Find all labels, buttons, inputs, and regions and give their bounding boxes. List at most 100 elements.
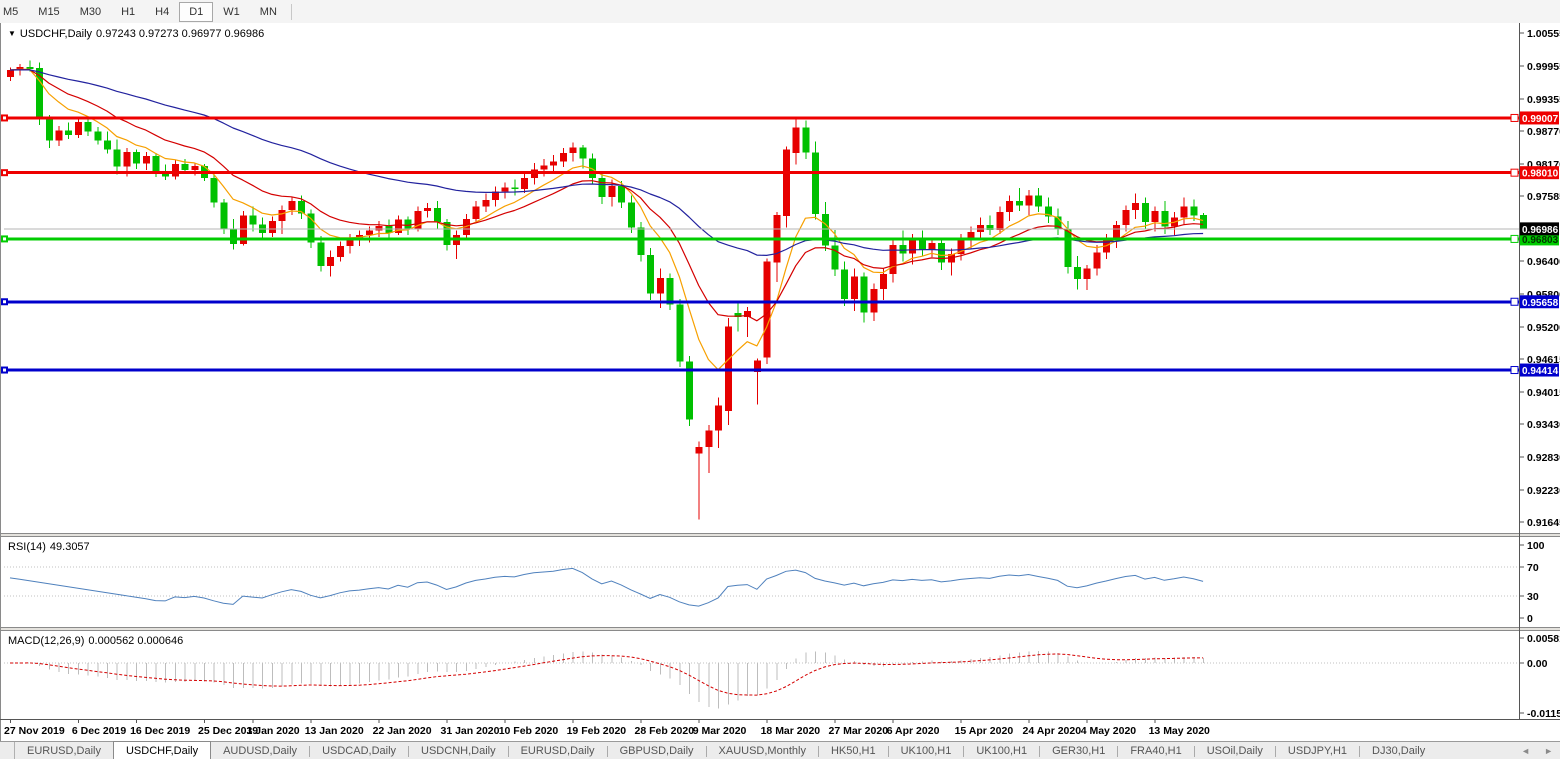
chart-tab-hk50-h1[interactable]: HK50,H1	[819, 742, 888, 759]
price-axis-label: 0.99355	[1527, 94, 1560, 106]
date-axis-label: 18 Mar 2020	[761, 725, 821, 737]
date-axis-label: 16 Dec 2019	[130, 725, 190, 737]
candle-body	[1113, 225, 1120, 240]
candle-body	[162, 174, 169, 177]
chart-tab-ger30-h1[interactable]: GER30,H1	[1040, 742, 1117, 759]
candle-body	[337, 246, 344, 257]
timeframe-button-m15[interactable]: M15	[28, 2, 69, 22]
price-axis-label: 0.98770	[1527, 126, 1560, 138]
candle-body	[628, 202, 635, 227]
timeframe-button-h4[interactable]: H4	[145, 2, 179, 22]
candle-body	[570, 147, 577, 152]
chart-tab-usdjpy-h1[interactable]: USDJPY,H1	[1276, 742, 1359, 759]
price-axis-label: 0.96400	[1527, 256, 1560, 268]
candle-body	[1064, 229, 1071, 267]
timeframe-button-h1[interactable]: H1	[111, 2, 145, 22]
price-axis-label: 0.97585	[1527, 191, 1560, 203]
rsi-axis-label: 70	[1527, 562, 1539, 574]
candle-body	[104, 140, 111, 149]
candle-body	[1132, 203, 1139, 210]
price-axis-label: 0.99955	[1527, 61, 1560, 73]
chart-tab-audusd-daily[interactable]: AUDUSD,Daily	[211, 742, 309, 759]
candle-body	[85, 122, 92, 131]
level-line-handle-left-dot	[3, 369, 6, 372]
timeframe-button-m30[interactable]: M30	[70, 2, 111, 22]
macd-axis-label: 0.00	[1527, 658, 1548, 670]
candle-body	[482, 200, 489, 207]
level-price-badge-text: 0.94414	[1522, 366, 1559, 377]
candle-body	[715, 405, 722, 430]
candle-body	[812, 152, 819, 213]
timeframe-button-w1[interactable]: W1	[213, 2, 250, 22]
chart-tab-fra40-h1[interactable]: FRA40,H1	[1118, 742, 1193, 759]
candle-body	[65, 130, 72, 134]
candle-body	[676, 304, 683, 361]
mt4-window: M5M15M30H1H4D1W1MN 1.005550.999550.99355…	[0, 0, 1560, 759]
candle-body	[405, 219, 412, 228]
candle-body	[1084, 269, 1091, 279]
candle-body	[657, 278, 664, 293]
candle-body	[929, 243, 936, 250]
price-axis-label: 0.92230	[1527, 485, 1560, 497]
chart-tab-uk100-h1[interactable]: UK100,H1	[889, 742, 964, 759]
chart-tab-eurusd-daily[interactable]: EURUSD,Daily	[15, 742, 113, 759]
chart-canvas[interactable]: 1.005550.999550.993550.987700.981700.975…	[0, 23, 1560, 741]
tab-bar-spacer	[1437, 742, 1514, 759]
chart-tab-dj30-daily[interactable]: DJ30,Daily	[1360, 742, 1437, 759]
chart-tab-usdcnh-daily[interactable]: USDCNH,Daily	[409, 742, 508, 759]
candle-body	[618, 186, 625, 202]
chart-tab-uk100-h1[interactable]: UK100,H1	[964, 742, 1039, 759]
timeframe-button-m5[interactable]: M5	[0, 2, 28, 22]
chart-background	[0, 23, 1560, 741]
candle-body	[94, 132, 101, 141]
candle-body	[143, 156, 150, 163]
candle-body	[376, 226, 383, 230]
level-line-handle-right[interactable]	[1511, 298, 1518, 305]
candle-body	[909, 240, 916, 254]
chart-tab-eurusd-daily[interactable]: EURUSD,Daily	[509, 742, 607, 759]
candle-body	[1161, 211, 1168, 226]
candle-body	[75, 122, 82, 135]
chart-tab-gbpusd-daily[interactable]: GBPUSD,Daily	[608, 742, 706, 759]
level-line-handle-right[interactable]	[1511, 235, 1518, 242]
candle-body	[705, 431, 712, 447]
candle-body	[880, 274, 887, 289]
tab-scroll-right-icon[interactable]: ►	[1537, 742, 1560, 759]
chart-tab-usdchf-daily[interactable]: USDCHF,Daily	[113, 741, 211, 759]
date-axis-label: 10 Feb 2020	[499, 725, 559, 737]
level-line-handle-right[interactable]	[1511, 169, 1518, 176]
candle-body	[1123, 210, 1130, 225]
candle-body	[279, 210, 286, 221]
current-price-badge-text: 0.96986	[1522, 225, 1559, 236]
chart-tab-usoil-daily[interactable]: USOil,Daily	[1195, 742, 1275, 759]
level-price-badge-text: 0.95658	[1522, 298, 1559, 309]
level-line-handle-left-dot	[3, 237, 6, 240]
price-axis-label: 0.91645	[1527, 517, 1560, 529]
candle-body	[172, 164, 179, 177]
candle-body	[1142, 203, 1149, 222]
candle-body	[434, 208, 441, 222]
date-axis-label: 24 Apr 2020	[1023, 725, 1082, 737]
timeframe-button-mn[interactable]: MN	[250, 2, 287, 22]
candle-body	[938, 243, 945, 263]
rsi-axis-label: 100	[1527, 540, 1545, 552]
candle-body	[327, 257, 334, 266]
candle-body	[26, 67, 33, 69]
candle-body	[861, 276, 868, 312]
candle-body	[317, 242, 324, 266]
candle-body	[638, 228, 645, 255]
date-axis-label: 28 Feb 2020	[635, 725, 695, 737]
level-line-handle-right[interactable]	[1511, 367, 1518, 374]
level-line-handle-right[interactable]	[1511, 114, 1518, 121]
candle-body	[696, 447, 703, 454]
candle-body	[1026, 196, 1033, 206]
timeframe-button-d1[interactable]: D1	[179, 2, 213, 22]
chart-window[interactable]: 1.005550.999550.993550.987700.981700.975…	[0, 23, 1560, 741]
chart-tab-xauusd-monthly[interactable]: XAUUSD,Monthly	[707, 742, 818, 759]
candle-body	[230, 229, 237, 244]
chart-tab-usdcad-daily[interactable]: USDCAD,Daily	[310, 742, 408, 759]
tab-scroll-left-icon[interactable]: ◄	[1514, 742, 1537, 759]
candle-body	[288, 201, 295, 210]
candle-body	[822, 214, 829, 246]
date-axis-label: 13 May 2020	[1149, 725, 1210, 737]
